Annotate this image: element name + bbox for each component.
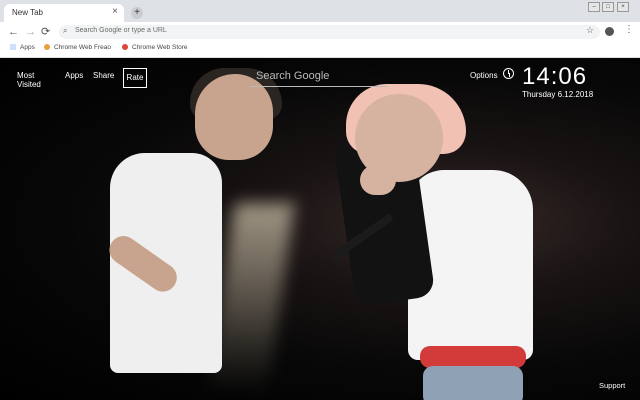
browser-toolbar: ← → ⟳ ⌕ Search Google or type a URL ☆: [0, 22, 640, 42]
chrome-icon: [44, 44, 50, 51]
close-window-icon[interactable]: ×: [617, 2, 629, 12]
star-icon[interactable]: ☆: [586, 25, 594, 36]
tab-new-tab[interactable]: New Tab ×: [4, 4, 124, 22]
maximize-icon[interactable]: □: [602, 2, 614, 12]
close-icon[interactable]: ×: [112, 6, 118, 17]
back-icon[interactable]: ←: [8, 25, 19, 39]
chrome-icon: [122, 44, 128, 51]
bookmark-label: Chrome Web Store: [132, 44, 188, 51]
support-link[interactable]: Support: [599, 381, 625, 390]
jeans: [423, 366, 523, 400]
new-tab-button[interactable]: +: [131, 7, 143, 19]
forward-icon[interactable]: →: [25, 25, 36, 39]
share-link[interactable]: Share: [93, 71, 114, 80]
apps-grid-icon: [10, 44, 16, 51]
kebab-menu-icon[interactable]: ⋮: [624, 24, 634, 35]
search-bar[interactable]: Search Google: [250, 68, 388, 87]
options-link[interactable]: Options: [470, 71, 498, 80]
bookmark-label: Apps: [20, 44, 35, 51]
bookmark-apps[interactable]: Apps: [10, 44, 35, 51]
search-icon: ⌕: [63, 26, 68, 35]
search-input[interactable]: Search Google: [256, 70, 329, 82]
clock-date: Thursday 6.12.2018: [522, 90, 594, 99]
clock-time: 14:06: [522, 63, 588, 90]
new-tab-background: [0, 58, 640, 400]
most-visited-link[interactable]: Most Visited: [17, 71, 41, 89]
apps-link[interactable]: Apps: [65, 71, 83, 80]
rate-button[interactable]: Rate: [123, 68, 147, 88]
red-bandana: [420, 346, 526, 368]
omnibox[interactable]: ⌕ Search Google or type a URL ☆: [59, 25, 600, 39]
tab-title: New Tab: [12, 8, 43, 17]
bookmark-chrome-web-freao[interactable]: Chrome Web Freaо: [44, 44, 111, 51]
bookmark-label: Chrome Web Freaо: [54, 44, 111, 51]
clock-icon[interactable]: [503, 68, 514, 79]
profile-icon[interactable]: [605, 27, 614, 36]
bookmark-chrome-web-store[interactable]: Chrome Web Store: [122, 44, 188, 51]
browser-titlebar: New Tab × + – □ ×: [0, 0, 640, 22]
bookmarks-bar: Apps Chrome Web Freaо Chrome Web Store: [0, 42, 640, 58]
minimize-icon[interactable]: –: [588, 2, 600, 12]
person-right-hand: [360, 165, 396, 195]
omnibox-input[interactable]: Search Google or type a URL: [75, 27, 167, 34]
reload-icon[interactable]: ⟳: [41, 25, 50, 39]
